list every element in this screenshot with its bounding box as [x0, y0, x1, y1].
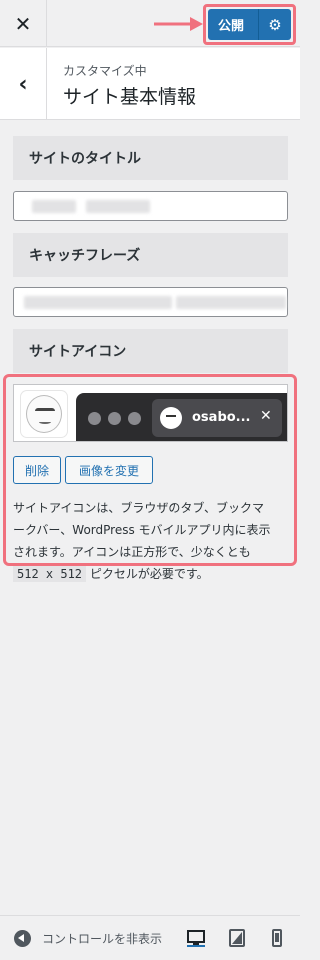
favicon-icon — [160, 407, 182, 429]
blurred-text — [24, 296, 172, 309]
site-icon-label: サイトアイコン — [13, 329, 288, 373]
site-title-input[interactable] — [13, 191, 288, 221]
blurred-text — [176, 296, 286, 309]
blurred-text — [86, 200, 150, 213]
blurred-text — [32, 200, 76, 213]
chevron-left-icon: ‹ — [18, 71, 28, 97]
site-icon-preview: osabo... ✕ — [13, 384, 288, 442]
gear-icon[interactable]: ⚙ — [259, 16, 291, 34]
close-icon: ✕ — [14, 11, 32, 36]
browser-tab-preview: osabo... ✕ — [76, 393, 287, 441]
page-title: サイト基本情報 — [63, 86, 197, 108]
change-image-button[interactable]: 画像を変更 — [65, 456, 153, 484]
tagline-label: キャッチフレーズ — [13, 233, 288, 277]
hide-controls-button[interactable]: コントロールを非表示 — [42, 930, 162, 947]
publish-highlight-frame: 公開 ⚙ — [203, 4, 296, 45]
close-customizer-button[interactable]: ✕ — [0, 0, 47, 47]
site-title-label: サイトのタイトル — [13, 136, 288, 180]
tagline-input[interactable] — [13, 287, 288, 317]
customizing-label: カスタマイズ中 — [63, 64, 147, 78]
remove-icon-button[interactable]: 削除 — [13, 456, 61, 484]
collapse-icon[interactable] — [14, 930, 31, 947]
desktop-preview-icon[interactable] — [187, 929, 205, 947]
mobile-preview-icon[interactable] — [268, 929, 286, 947]
section-header: ‹ カスタマイズ中 サイト基本情報 — [0, 48, 300, 120]
tab-close-icon: ✕ — [260, 408, 272, 424]
site-icon-image — [21, 391, 67, 437]
window-dot-icon — [128, 412, 141, 425]
customizer-header-bar: ✕ 公開 ⚙ — [0, 0, 300, 47]
icon-size-code: 512 x 512 — [13, 566, 87, 582]
site-icon-description: サイトアイコンは、ブラウザのタブ、ブックマ ークバー、WordPress モバイ… — [13, 501, 271, 582]
browser-tab: osabo... ✕ — [152, 399, 282, 437]
customizer-footer: コントロールを非表示 — [0, 915, 300, 960]
face-icon — [26, 395, 62, 433]
window-dot-icon — [88, 412, 101, 425]
tablet-preview-icon[interactable] — [228, 929, 246, 947]
window-dot-icon — [108, 412, 121, 425]
publish-button[interactable]: 公開 — [208, 15, 258, 34]
tab-title: osabo... — [192, 410, 251, 425]
back-button[interactable]: ‹ — [0, 48, 47, 120]
annotation-arrow — [154, 17, 203, 31]
publish-button-group[interactable]: 公開 ⚙ — [208, 9, 291, 40]
